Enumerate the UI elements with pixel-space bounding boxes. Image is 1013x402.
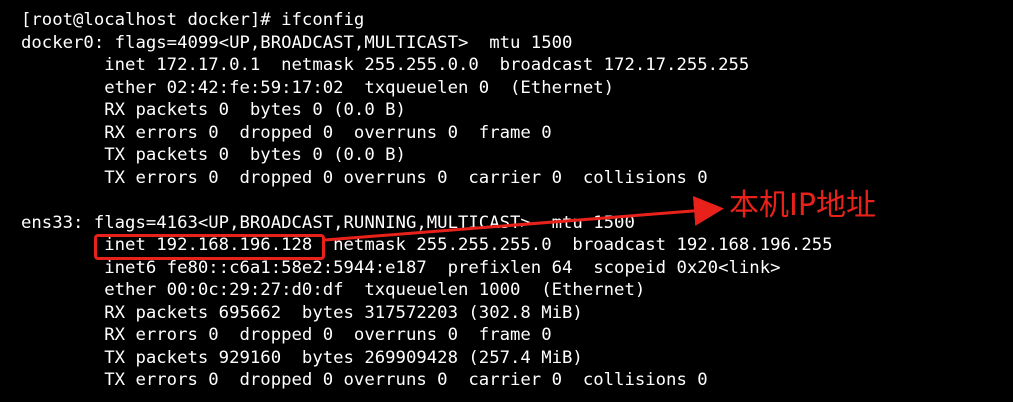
terminal-line: inet 172.17.0.1 netmask 255.255.0.0 broa… (21, 55, 750, 75)
terminal-line: TX errors 0 dropped 0 overruns 0 carrier… (21, 370, 708, 390)
terminal-window[interactable]: [root@localhost docker]# ifconfig docker0… (0, 0, 1013, 402)
terminal-line: TX errors 0 dropped 0 overruns 0 carrier… (21, 167, 708, 188)
terminal-line: ether 00:0c:29:27:d0:df txqueuelen 1000 … (21, 280, 646, 300)
terminal-line: [root@localhost docker]# ifconfig (21, 10, 365, 30)
terminal-line: RX errors 0 dropped 0 overruns 0 frame 0 (21, 122, 552, 143)
terminal-line: docker0: flags=4099<UP,BROADCAST,MULTICA… (21, 32, 573, 53)
terminal-line: ens33: flags=4163<UP,BROADCAST,RUNNING,M… (21, 212, 635, 233)
terminal-line: RX packets 695662 bytes 317572203 (302.8… (21, 302, 583, 323)
terminal-line: TX packets 0 bytes 0 (0.0 B) (21, 145, 406, 165)
annotation-label: 本机IP地址 (729, 188, 876, 223)
terminal-line: TX packets 929160 bytes 269909428 (257.4… (21, 347, 583, 368)
terminal-line: RX errors 0 dropped 0 overruns 0 frame 0 (21, 325, 552, 345)
ip-highlight-box (94, 234, 325, 260)
terminal-line: RX packets 0 bytes 0 (0.0 B) (21, 100, 406, 120)
terminal-line: ether 02:42:fe:59:17:02 txqueuelen 0 (Et… (21, 77, 615, 98)
